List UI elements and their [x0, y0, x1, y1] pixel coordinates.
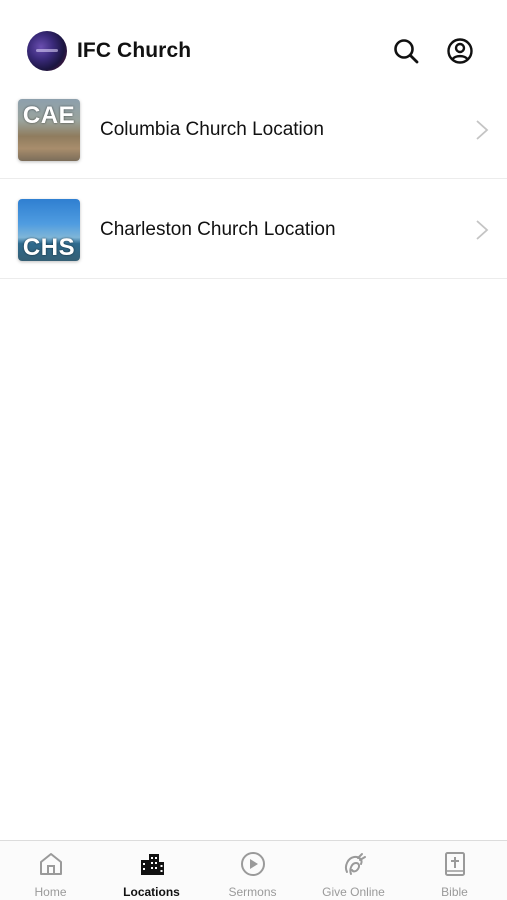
tab-label: Home [34, 885, 67, 899]
tab-locations[interactable]: Locations [101, 841, 202, 900]
chevron-right-icon [476, 120, 489, 140]
search-icon[interactable] [391, 36, 421, 66]
tab-bible[interactable]: Bible [404, 841, 505, 900]
location-code: CHS [22, 234, 76, 261]
location-list: CAE Columbia Church Location CHS Charles… [0, 79, 507, 279]
location-label: Charleston Church Location [100, 219, 336, 240]
location-label: Columbia Church Location [100, 119, 324, 140]
app-title: IFC Church [77, 39, 192, 62]
church-logo [27, 31, 67, 71]
bible-icon [445, 852, 465, 876]
tab-label: Sermons [228, 885, 277, 899]
tab-label: Bible [441, 885, 468, 899]
location-thumbnail: CHS [18, 199, 80, 261]
bottom-tab-bar: Home Locations Sermons Give Online Bible [0, 840, 507, 900]
tab-give-online[interactable]: Give Online [303, 841, 404, 900]
give-icon [344, 853, 366, 875]
play-circle-icon [241, 852, 265, 876]
tab-label: Give Online [322, 885, 385, 899]
tab-sermons[interactable]: Sermons [202, 841, 303, 900]
list-item-columbia[interactable]: CAE Columbia Church Location [0, 79, 507, 179]
chevron-right-icon [476, 220, 489, 240]
location-code: CAE [22, 102, 76, 129]
account-circle-icon[interactable] [445, 36, 475, 66]
tab-home[interactable]: Home [0, 841, 101, 900]
tab-label: Locations [123, 885, 180, 899]
buildings-icon [141, 854, 164, 875]
list-item-charleston[interactable]: CHS Charleston Church Location [0, 179, 507, 279]
location-thumbnail: CAE [18, 99, 80, 161]
home-icon [40, 853, 62, 875]
